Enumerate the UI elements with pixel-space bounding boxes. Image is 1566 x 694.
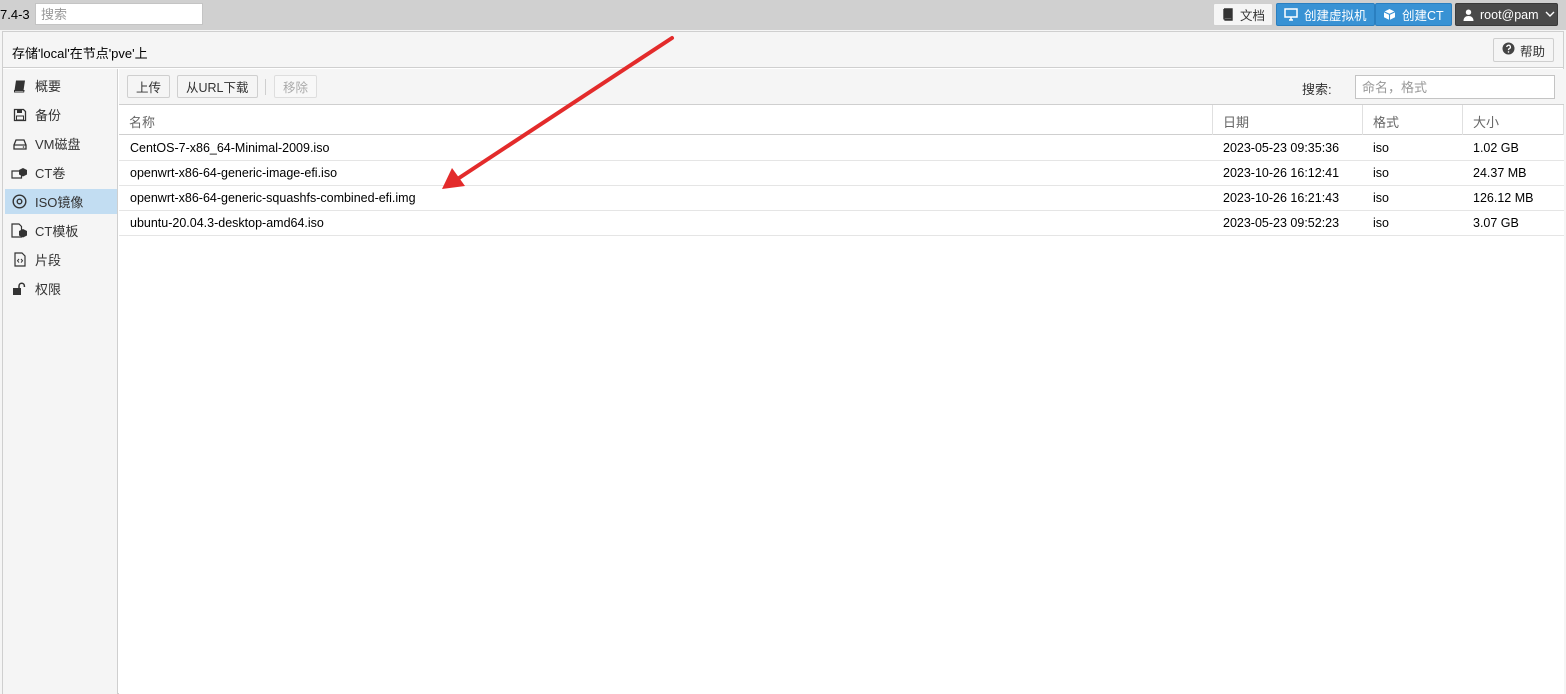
column-header-name[interactable]: 名称: [119, 105, 1213, 135]
storage-panel: 存储'local'在节点'pve'上 帮助 概要 备份 VM磁盘 CT卷 ISO…: [2, 31, 1564, 694]
cell-date: 2023-10-26 16:12:41: [1223, 166, 1340, 180]
cell-format: iso: [1373, 166, 1389, 180]
sidebar-item-iso-images[interactable]: ISO镜像: [5, 189, 117, 214]
question-circle-icon: [1502, 42, 1515, 58]
sidebar: 概要 备份 VM磁盘 CT卷 ISO镜像 CT模板 片段 权限: [3, 69, 118, 694]
top-bar: 7.4-3 文档 创建虚拟机 创建CT root@pam: [0, 0, 1566, 30]
search-label: 搜索:: [1302, 82, 1332, 97]
ct-template-icon: [11, 222, 28, 239]
code-file-icon: [11, 251, 28, 268]
table-row[interactable]: openwrt-x86-64-generic-squashfs-combined…: [119, 186, 1564, 211]
cell-format: iso: [1373, 141, 1389, 155]
sidebar-item-label: 片段: [35, 253, 62, 268]
cell-size: 24.37 MB: [1473, 166, 1527, 180]
docs-button[interactable]: 文档: [1213, 3, 1274, 26]
table-row[interactable]: openwrt-x86-64-generic-image-efi.iso 202…: [119, 161, 1564, 186]
cell-date: 2023-10-26 16:21:43: [1223, 191, 1340, 205]
grid-search-input[interactable]: [1355, 75, 1555, 99]
table-row[interactable]: CentOS-7-x86_64-Minimal-2009.iso 2023-05…: [119, 136, 1564, 161]
cell-size: 126.12 MB: [1473, 191, 1534, 205]
sidebar-item-ct-templates[interactable]: CT模板: [5, 218, 117, 243]
panel-header: 存储'local'在节点'pve'上 帮助: [3, 32, 1563, 68]
cube-icon: [1383, 8, 1396, 21]
sidebar-item-label: 权限: [35, 282, 62, 297]
upload-button[interactable]: 上传: [127, 75, 171, 98]
cell-size: 3.07 GB: [1473, 216, 1519, 230]
cell-name: ubuntu-20.04.3-desktop-amd64.iso: [130, 216, 324, 230]
create-ct-label: 创建CT: [1402, 9, 1444, 23]
global-search-input[interactable]: [35, 3, 203, 25]
version-label: 7.4-3: [0, 7, 30, 22]
sidebar-item-vm-disks[interactable]: VM磁盘: [5, 131, 117, 156]
hdd-icon: [11, 135, 28, 152]
ct-volume-icon: [11, 164, 28, 181]
unlock-icon: [11, 280, 28, 297]
book-icon: [11, 77, 28, 94]
user-menu-button[interactable]: root@pam: [1455, 3, 1558, 26]
table-row[interactable]: ubuntu-20.04.3-desktop-amd64.iso 2023-05…: [119, 211, 1564, 236]
sidebar-item-label: VM磁盘: [35, 137, 81, 152]
sidebar-item-label: CT模板: [35, 224, 79, 239]
sidebar-item-snippets[interactable]: 片段: [5, 247, 117, 272]
download-from-url-button[interactable]: 从URL下载: [177, 75, 258, 98]
column-header-date[interactable]: 日期: [1213, 105, 1363, 135]
sidebar-item-summary[interactable]: 概要: [5, 73, 117, 98]
sidebar-item-ct-volumes[interactable]: CT卷: [5, 160, 117, 185]
cell-name: CentOS-7-x86_64-Minimal-2009.iso: [130, 141, 330, 155]
column-header-format[interactable]: 格式: [1363, 105, 1463, 135]
docs-label: 文档: [1240, 9, 1266, 23]
sidebar-item-label: 概要: [35, 79, 62, 94]
sidebar-item-label: CT卷: [35, 166, 66, 181]
grid-header: 名称 日期 格式 大小: [119, 105, 1564, 135]
cell-name: openwrt-x86-64-generic-squashfs-combined…: [130, 191, 416, 205]
column-header-size[interactable]: 大小: [1463, 105, 1564, 135]
disc-icon: [11, 193, 28, 210]
chevron-down-icon: [1545, 11, 1555, 18]
sidebar-item-backup[interactable]: 备份: [5, 102, 117, 127]
sidebar-item-label: 备份: [35, 108, 62, 123]
cell-format: iso: [1373, 191, 1389, 205]
toolbar-divider: [265, 79, 266, 95]
sidebar-item-label: ISO镜像: [35, 195, 84, 210]
cell-format: iso: [1373, 216, 1389, 230]
create-vm-label: 创建虚拟机: [1304, 9, 1367, 23]
floppy-icon: [11, 106, 28, 123]
cell-date: 2023-05-23 09:35:36: [1223, 141, 1340, 155]
iso-images-content: 上传 从URL下载 移除 搜索: 名称 日期 格式 大小 CentOS-7-x8…: [119, 69, 1564, 694]
cell-size: 1.02 GB: [1473, 141, 1519, 155]
create-ct-button[interactable]: 创建CT: [1375, 3, 1452, 26]
monitor-icon: [1284, 8, 1298, 21]
sidebar-item-permissions[interactable]: 权限: [5, 276, 117, 301]
toolbar: 上传 从URL下载 移除 搜索:: [119, 69, 1564, 105]
user-icon: [1463, 9, 1474, 21]
book-icon: [1221, 8, 1234, 21]
panel-title: 存储'local'在节点'pve'上: [12, 46, 148, 61]
help-button[interactable]: 帮助: [1492, 38, 1554, 62]
help-label: 帮助: [1519, 44, 1545, 59]
user-label: root@pam: [1480, 7, 1539, 22]
cell-date: 2023-05-23 09:52:23: [1223, 216, 1340, 230]
remove-button[interactable]: 移除: [274, 75, 318, 98]
cell-name: openwrt-x86-64-generic-image-efi.iso: [130, 166, 338, 180]
create-vm-button[interactable]: 创建虚拟机: [1276, 3, 1375, 26]
